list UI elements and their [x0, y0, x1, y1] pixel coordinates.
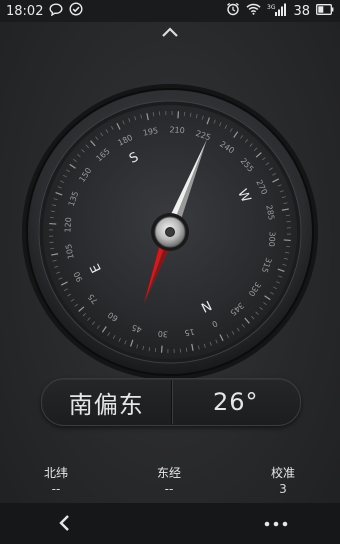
degree-label: 120: [63, 217, 73, 233]
longitude-block: 东经 --: [129, 465, 209, 497]
wifi-icon: [246, 3, 261, 19]
chevron-up-icon[interactable]: [160, 22, 180, 42]
network-type-label: 3G: [267, 4, 276, 11]
degree-label: 300: [267, 231, 277, 247]
direction-name: 南偏东: [68, 390, 144, 419]
tick: [185, 347, 188, 352]
direction-display: 南偏东 26°: [41, 378, 301, 426]
tick: [285, 214, 290, 217]
tick: [50, 247, 55, 250]
alarm-icon: [226, 2, 240, 20]
calibration-value: 3: [279, 482, 287, 496]
tick: [152, 112, 155, 117]
signal-icon: 3G: [267, 3, 287, 20]
battery-percent: 38: [293, 3, 310, 19]
latitude-value: --: [51, 482, 61, 496]
latitude-block: 北纬 --: [16, 465, 96, 497]
battery-icon: [316, 3, 334, 19]
status-bar: 18:02 3G 38: [0, 0, 340, 22]
calibration-block[interactable]: 校准 3: [243, 465, 323, 497]
needle-pivot: [165, 227, 175, 237]
degree-label: 30: [157, 329, 168, 339]
latitude-label: 北纬: [43, 466, 68, 480]
compass-screen: 18:02 3G 38 0 15 30 45 60 75 90 105 120 …: [0, 0, 340, 544]
degree-label: 210: [169, 125, 185, 135]
location-info-row: 北纬 -- 东经 -- 校准 3: [0, 465, 340, 501]
back-icon[interactable]: [55, 513, 75, 533]
navigation-bar: [0, 503, 340, 544]
direction-angle: 26°: [212, 388, 259, 416]
longitude-label: 东经: [156, 466, 181, 480]
chat-bubble-icon: [49, 2, 63, 20]
clock: 18:02: [6, 3, 44, 19]
compass-dial: 0 15 30 45 60 75 90 105 120 135 150 165 180 195 210 225…: [20, 82, 320, 382]
degree-label: 15: [184, 327, 196, 338]
more-options-icon[interactable]: [262, 516, 290, 530]
calibration-label: 校准: [270, 466, 295, 480]
check-circle-icon: [69, 2, 83, 20]
longitude-value: --: [164, 482, 174, 496]
